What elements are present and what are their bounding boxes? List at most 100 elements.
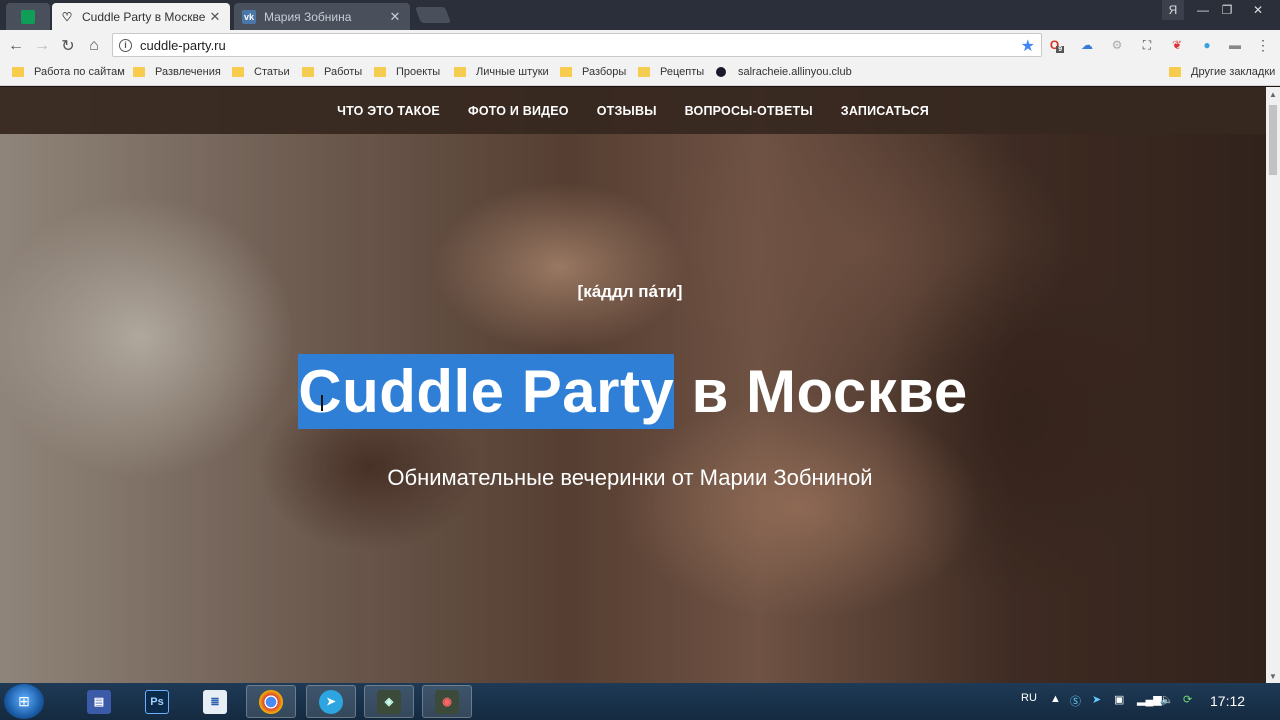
clock[interactable]: 17:12: [1210, 693, 1245, 709]
back-icon[interactable]: ←: [6, 36, 26, 56]
scroll-up-icon[interactable]: ▲: [1266, 87, 1280, 101]
bookmark-label: Статьи: [254, 66, 290, 78]
bookmark-link[interactable]: salracheie.allinyou.club: [716, 66, 852, 78]
bookmark-star-icon[interactable]: ★: [1021, 36, 1035, 56]
folder-icon: [232, 67, 244, 77]
tab-strip: ♡ Cuddle Party в Москве ✕ vk Мария Зобни…: [0, 0, 1280, 30]
scrollbar[interactable]: ▲ ▼: [1266, 87, 1280, 683]
new-tab-button[interactable]: [415, 7, 451, 23]
nav-sign-up[interactable]: ЗАПИСАТЬСЯ: [841, 104, 929, 118]
scrollbar-thumb[interactable]: [1269, 105, 1277, 175]
taskbar-app-utility[interactable]: ◈: [364, 685, 414, 718]
blue-extension-icon[interactable]: ●: [1198, 37, 1216, 53]
bookmark-folder[interactable]: Работы: [302, 66, 362, 78]
bookmark-label: Работа по сайтам: [34, 66, 125, 78]
hat-extension-icon[interactable]: ▬: [1226, 37, 1244, 53]
selected-text: Cuddle Party: [298, 354, 675, 429]
sync-icon[interactable]: ⟳: [1183, 693, 1192, 706]
info-icon[interactable]: i: [119, 38, 132, 52]
bookmark-label: salracheie.allinyou.club: [738, 66, 852, 78]
bookmark-label: Рецепты: [660, 66, 705, 78]
gear-extension-icon[interactable]: ⚙: [1108, 37, 1126, 53]
language-indicator[interactable]: RU: [1021, 692, 1037, 704]
heart-icon: ♡: [61, 9, 73, 24]
text-cursor: [321, 395, 323, 411]
bookmark-folder[interactable]: Работа по сайтам: [12, 66, 125, 78]
notepad-icon: ≣: [203, 689, 227, 714]
taskbar-app-chrome[interactable]: [246, 685, 296, 718]
telegram-icon: ➤: [319, 689, 343, 714]
bookmark-label: Проекты: [396, 66, 441, 78]
pronunciation: [ка́ддл па́ти]: [577, 282, 683, 301]
nav-faq[interactable]: ВОПРОСЫ-ОТВЕТЫ: [685, 104, 813, 118]
bookmark-folder[interactable]: Проекты: [374, 66, 440, 78]
telegram-tray-icon[interactable]: ➤: [1092, 693, 1101, 706]
folder-icon: [560, 67, 572, 77]
nav-what-is-it[interactable]: ЧТО ЭТО ТАКОЕ: [337, 104, 440, 118]
folder-icon: [1169, 67, 1181, 77]
nav-reviews[interactable]: ОТЗЫВЫ: [597, 104, 657, 118]
menu-icon[interactable]: ⋮: [1254, 37, 1272, 53]
forward-icon[interactable]: →: [32, 36, 52, 56]
taskbar-app-recorder[interactable]: ◉: [422, 685, 472, 718]
taskbar-app-save[interactable]: ▤: [74, 685, 124, 718]
home-icon[interactable]: ⌂: [84, 36, 104, 56]
show-hidden-icons[interactable]: ▲: [1050, 693, 1061, 705]
tab-maria[interactable]: vk Мария Зобнина ✕: [234, 3, 410, 30]
close-icon[interactable]: ✕: [388, 9, 402, 25]
taskbar-app-photoshop[interactable]: Ps: [132, 685, 182, 718]
bookmark-label: Развлечения: [155, 66, 221, 78]
taskbar-app-telegram[interactable]: ➤: [306, 685, 356, 718]
floppy-icon: ▤: [87, 689, 111, 714]
recorder-icon: ◉: [435, 689, 459, 714]
tab-title: Cuddle Party в Москве: [82, 9, 206, 24]
screenshot-extension-icon[interactable]: ⛶: [1138, 37, 1156, 53]
restore-icon[interactable]: ❐: [1216, 0, 1238, 20]
tab-cuddle-party[interactable]: ♡ Cuddle Party в Москве ✕: [52, 3, 230, 30]
close-icon[interactable]: ✕: [208, 9, 222, 25]
bookmark-folder[interactable]: Личные штуки: [454, 66, 549, 78]
tab-title: Мария Зобнина: [264, 9, 352, 24]
close-window-icon[interactable]: ✕: [1240, 0, 1276, 20]
bookmark-label: Личные штуки: [476, 66, 549, 78]
folder-icon: [302, 67, 314, 77]
hero-headline: Cuddle Party в Москве: [0, 354, 1266, 429]
opera-extension-icon[interactable]: O9: [1048, 37, 1066, 53]
sheets-icon: [21, 9, 35, 24]
page-viewport: ЧТО ЭТО ТАКОЕ ФОТО И ВИДЕО ОТЗЫВЫ ВОПРОС…: [0, 87, 1280, 683]
site-icon: [716, 67, 726, 77]
bookmark-folder[interactable]: Развлечения: [133, 66, 221, 78]
browser-toolbar: ← → ↻ ⌂ i cuddle-party.ru ★ O9 ☁ ⚙ ⛶ ❦ ●…: [0, 30, 1280, 60]
bookmark-folder[interactable]: Разборы: [560, 66, 626, 78]
scroll-down-icon[interactable]: ▼: [1266, 669, 1280, 683]
address-bar[interactable]: i cuddle-party.ru ★: [112, 33, 1042, 57]
extension-badge: 9: [1056, 45, 1065, 53]
start-button[interactable]: ⊞: [4, 684, 44, 719]
volume-icon[interactable]: 🔈: [1160, 693, 1174, 706]
chili-extension-icon[interactable]: ❦: [1168, 37, 1186, 53]
cloud-extension-icon[interactable]: ☁: [1078, 37, 1096, 53]
taskbar: ⊞ ▤ Ps ≣ ➤ ◈ ◉ RU ▲ Ⓢ ➤ ▣ ▂▄▆ 🔈 ⟳ 17:12: [0, 683, 1280, 720]
pinned-tab-sheets[interactable]: [6, 3, 50, 30]
app-icon: ◈: [377, 689, 401, 714]
folder-icon: [133, 67, 145, 77]
bookmarks-bar: Работа по сайтам Развлечения Статьи Рабо…: [0, 60, 1280, 86]
bookmark-folder[interactable]: Рецепты: [638, 66, 704, 78]
other-bookmarks-folder[interactable]: Другие закладки: [1169, 66, 1275, 78]
minimize-icon[interactable]: —: [1192, 0, 1214, 20]
photoshop-icon: Ps: [145, 689, 169, 714]
signal-icon[interactable]: ▂▄▆: [1137, 693, 1162, 706]
bookmark-label: Другие закладки: [1191, 66, 1276, 78]
bookmark-folder[interactable]: Статьи: [232, 66, 290, 78]
nav-photo-video[interactable]: ФОТО И ВИДЕО: [468, 104, 569, 118]
folder-icon: [12, 67, 24, 77]
reload-icon[interactable]: ↻: [58, 36, 78, 56]
profile-button[interactable]: Я: [1162, 0, 1184, 20]
folder-icon: [454, 67, 466, 77]
site-navbar: ЧТО ЭТО ТАКОЕ ФОТО И ВИДЕО ОТЗЫВЫ ВОПРОС…: [0, 87, 1266, 134]
bookmark-label: Работы: [324, 66, 363, 78]
network-device-icon[interactable]: ▣: [1114, 693, 1124, 706]
taskbar-app-notes[interactable]: ≣: [190, 685, 240, 718]
skype-icon[interactable]: Ⓢ: [1070, 693, 1081, 709]
folder-icon: [638, 67, 650, 77]
